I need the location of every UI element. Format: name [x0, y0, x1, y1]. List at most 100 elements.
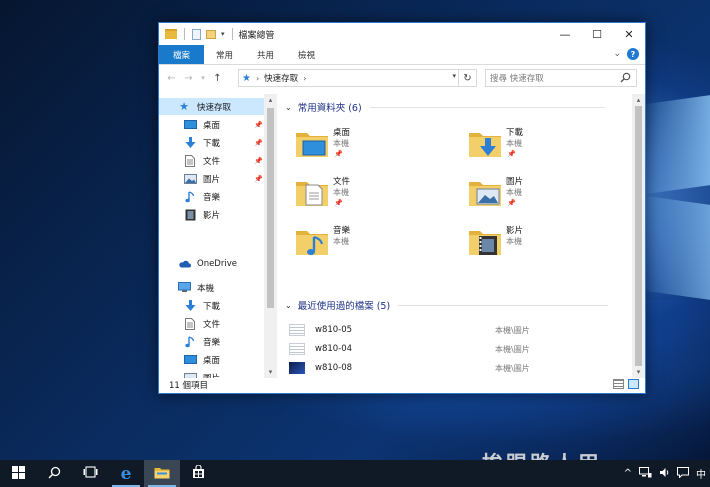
search-icon[interactable]: [620, 72, 631, 86]
file-location: 本機\圖片: [495, 363, 530, 373]
folder-name: 下載: [506, 128, 524, 138]
recent-file-row[interactable]: w810-05 本機\圖片: [289, 321, 629, 339]
start-button[interactable]: [0, 460, 36, 487]
nav-scrollbar[interactable]: ▴ ▾: [264, 94, 277, 378]
pin-icon: 📌: [507, 199, 516, 207]
up-arrow-icon[interactable]: ↑: [209, 73, 226, 84]
tab-file[interactable]: 檔案: [159, 45, 205, 64]
navigation-pane: ★ 快速存取 桌面 📌 下載 📌 文件 📌 圖片 📌 音樂 影片 OneDrive 本機 下載 文件…: [159, 94, 277, 378]
nav-label: 下載: [203, 301, 221, 312]
file-explorer-taskbar-button[interactable]: [144, 460, 180, 487]
nav-this-pc[interactable]: 本機: [159, 279, 214, 296]
nav-pc-item[interactable]: 下載: [159, 297, 220, 314]
recent-files-header[interactable]: ⌄ 最近使用過的檔案 (5): [285, 298, 609, 312]
search-icon: [47, 466, 61, 482]
recent-locations-icon[interactable]: ▾: [197, 74, 209, 82]
file-name: w810-05: [315, 325, 353, 335]
nav-label: 桌面: [203, 120, 221, 131]
address-dropdown-icon[interactable]: ▾: [452, 72, 456, 80]
nav-label: 圖片: [203, 174, 221, 185]
folder-tile[interactable]: 圖片 本機 📌: [454, 173, 624, 217]
network-icon[interactable]: [639, 466, 652, 481]
folder-location: 本機: [333, 188, 349, 197]
input-method-indicator[interactable]: 中: [696, 466, 706, 481]
frequent-folders-header[interactable]: ⌄ 常用資料夾 (6): [285, 100, 605, 114]
nav-label: 音樂: [203, 192, 221, 203]
nav-quick-item[interactable]: 影片: [159, 206, 264, 223]
tiles-view-icon[interactable]: [628, 379, 639, 389]
help-icon[interactable]: ?: [627, 48, 639, 60]
nav-pc-item[interactable]: 桌面: [159, 351, 220, 368]
scroll-up-icon[interactable]: ▴: [632, 96, 645, 104]
nav-quick-item[interactable]: 音樂: [159, 188, 264, 205]
title-bar[interactable]: ▾ 檔案總管 — ☐ ✕: [159, 23, 645, 45]
folder-name: 音樂: [333, 226, 351, 236]
tab-home[interactable]: 常用: [204, 45, 245, 64]
tab-view[interactable]: 檢視: [286, 45, 327, 64]
nav-pc-item[interactable]: 音樂: [159, 333, 220, 350]
scroll-up-icon[interactable]: ▴: [264, 96, 277, 104]
folder-tile[interactable]: 文件 本機 📌: [281, 173, 451, 217]
scroll-down-icon[interactable]: ▾: [632, 368, 645, 376]
wallpaper-light-beam: [640, 195, 710, 300]
picture-icon: [183, 173, 197, 185]
close-button[interactable]: ✕: [613, 23, 645, 45]
window-title: 檔案總管: [238, 30, 275, 41]
properties-icon[interactable]: [192, 28, 201, 40]
quick-access-toolbar: ▾: [159, 28, 235, 40]
folder-tile[interactable]: 音樂 本機: [281, 222, 451, 266]
folder-name: 影片: [506, 226, 524, 236]
scrollbar-thumb[interactable]: [267, 108, 274, 308]
search-button[interactable]: [36, 460, 72, 487]
forward-arrow-icon[interactable]: →: [180, 73, 197, 84]
taskbar: e ^ 中: [0, 460, 710, 487]
nav-quick-item[interactable]: 文件 📌: [159, 152, 264, 169]
search-placeholder: 搜尋 快速存取: [490, 74, 544, 84]
expand-ribbon-icon[interactable]: ⌄: [613, 49, 621, 59]
nav-quick-item[interactable]: 下載 📌: [159, 134, 264, 151]
nav-quick-item[interactable]: 圖片 📌: [159, 170, 264, 187]
collapse-chevron-icon[interactable]: ⌄: [285, 103, 292, 112]
tab-share[interactable]: 共用: [245, 45, 286, 64]
breadcrumb-chevron-icon[interactable]: ›: [303, 74, 306, 83]
scroll-down-icon[interactable]: ▾: [264, 368, 277, 376]
folder-tile[interactable]: 下載 本機 📌: [454, 124, 624, 168]
recent-file-row[interactable]: w810-04 本機\圖片: [289, 340, 629, 358]
recent-file-row[interactable]: w810-08 本機\圖片: [289, 359, 629, 377]
details-view-icon[interactable]: [613, 379, 624, 389]
content-scrollbar[interactable]: ▴ ▾: [632, 94, 645, 378]
music-icon: [183, 335, 197, 348]
system-tray: ^ 中: [624, 460, 706, 487]
nav-quick-access[interactable]: ★ 快速存取: [159, 98, 264, 115]
customize-toolbar-icon[interactable]: ▾: [221, 30, 225, 38]
new-folder-icon[interactable]: [206, 29, 216, 39]
folder-tile[interactable]: 桌面 本機 📌: [281, 124, 451, 168]
desktop-folder-icon: [295, 128, 329, 158]
document-folder-icon: [295, 177, 329, 207]
folder-location: 本機: [506, 139, 522, 148]
image-thumbnail-icon: [289, 362, 305, 374]
minimize-button[interactable]: —: [549, 23, 581, 45]
edge-button[interactable]: e: [108, 460, 144, 487]
refresh-icon[interactable]: ↻: [458, 70, 476, 86]
action-center-icon[interactable]: [677, 466, 689, 481]
show-hidden-icons-chevron-icon[interactable]: ^: [624, 468, 632, 479]
volume-icon[interactable]: [659, 467, 670, 481]
breadcrumb-quick-access[interactable]: 快速存取: [264, 72, 298, 84]
address-bar[interactable]: ★ › 快速存取 › ▾ ↻: [238, 69, 477, 87]
collapse-chevron-icon[interactable]: ⌄: [285, 301, 292, 310]
nav-label: OneDrive: [197, 258, 237, 269]
task-view-button[interactable]: [72, 460, 108, 487]
store-button[interactable]: [180, 460, 216, 487]
nav-onedrive[interactable]: OneDrive: [159, 255, 237, 272]
search-input[interactable]: 搜尋 快速存取: [485, 69, 637, 87]
image-thumbnail-icon: [289, 324, 305, 336]
folder-name: 圖片: [506, 177, 524, 187]
nav-quick-item[interactable]: 桌面 📌: [159, 116, 264, 133]
maximize-button[interactable]: ☐: [581, 23, 613, 45]
folder-tile[interactable]: 影片 本機: [454, 222, 624, 266]
scrollbar-thumb[interactable]: [635, 106, 642, 366]
back-arrow-icon[interactable]: ←: [163, 73, 180, 84]
nav-pc-item[interactable]: 文件: [159, 315, 220, 332]
breadcrumb-chevron-icon[interactable]: ›: [256, 74, 259, 83]
